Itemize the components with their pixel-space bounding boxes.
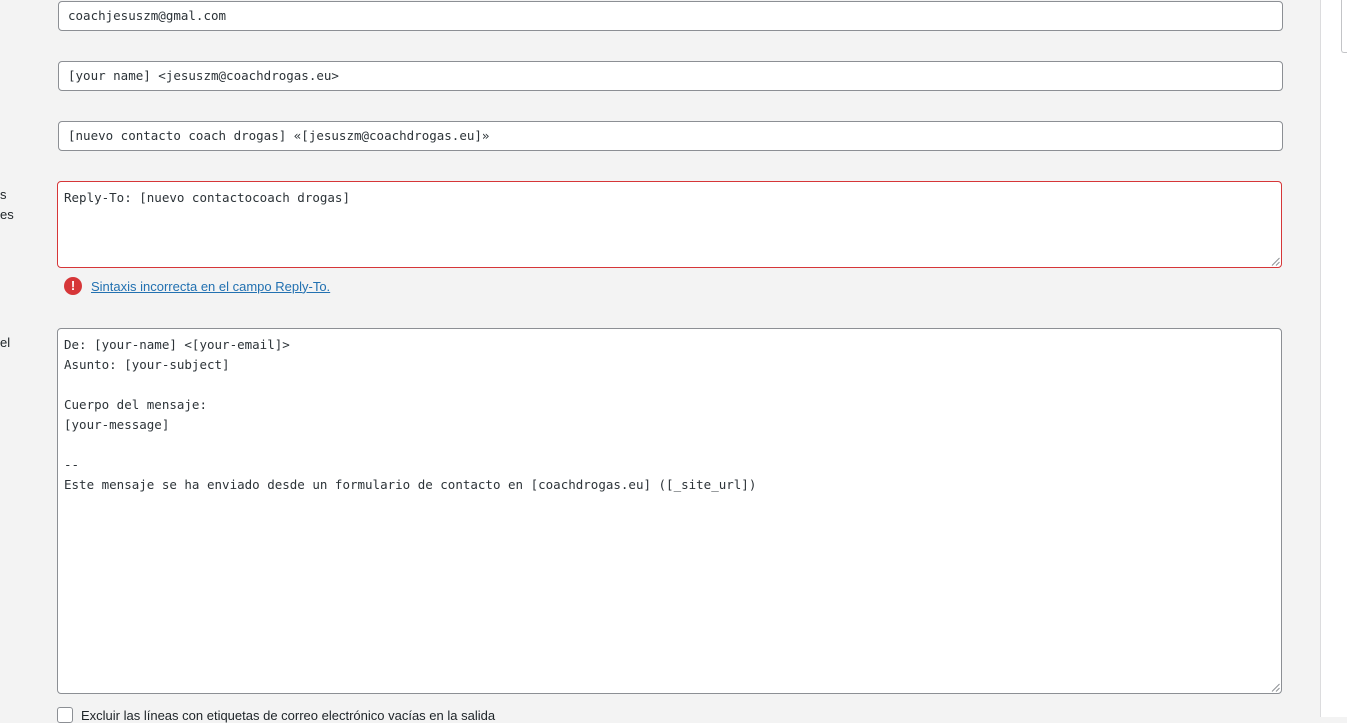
additional-headers-textarea[interactable]: Reply-To: [nuevo contactocoach drogas]: [57, 181, 1282, 268]
additional-headers-value: Reply-To: [nuevo contactocoach drogas]: [64, 190, 350, 205]
sidebar-panel-edge: [1320, 0, 1347, 717]
error-icon: !: [64, 277, 82, 295]
message-body-label-fragment: el: [0, 335, 11, 350]
additional-headers-label-fragment: s: [0, 187, 7, 202]
resize-handle-icon[interactable]: [1271, 683, 1280, 692]
reply-to-error-link[interactable]: Sintaxis incorrecta en el campo Reply-To…: [91, 279, 330, 294]
message-body-textarea[interactable]: De: [your-name] <[your-email]> Asunto: […: [57, 328, 1282, 694]
subject-field[interactable]: [nuevo contacto coach drogas] «[jesuszm@…: [58, 121, 1283, 151]
resize-handle-icon[interactable]: [1271, 257, 1280, 266]
sidebar-box-edge: [1341, 0, 1347, 53]
from-field[interactable]: [your name] <jesuszm@coachdrogas.eu>: [58, 61, 1283, 91]
exclude-blank-option[interactable]: Excluir las líneas con etiquetas de corr…: [57, 707, 495, 723]
exclude-blank-label: Excluir las líneas con etiquetas de corr…: [81, 707, 496, 723]
from-field-value: [your name] <jesuszm@coachdrogas.eu>: [68, 68, 339, 83]
subject-field-value: [nuevo contacto coach drogas] «[jesuszm@…: [68, 128, 490, 143]
exclude-blank-checkbox[interactable]: [57, 707, 73, 723]
message-body-value: De: [your-name] <[your-email]> Asunto: […: [64, 337, 757, 492]
to-field-value: coachjesuszm@gmal.com: [68, 8, 227, 23]
to-field[interactable]: coachjesuszm@gmal.com: [58, 1, 1283, 31]
additional-headers-label-fragment-2: es: [0, 207, 14, 222]
reply-to-error-notice: ! Sintaxis incorrecta en el campo Reply-…: [64, 276, 330, 296]
